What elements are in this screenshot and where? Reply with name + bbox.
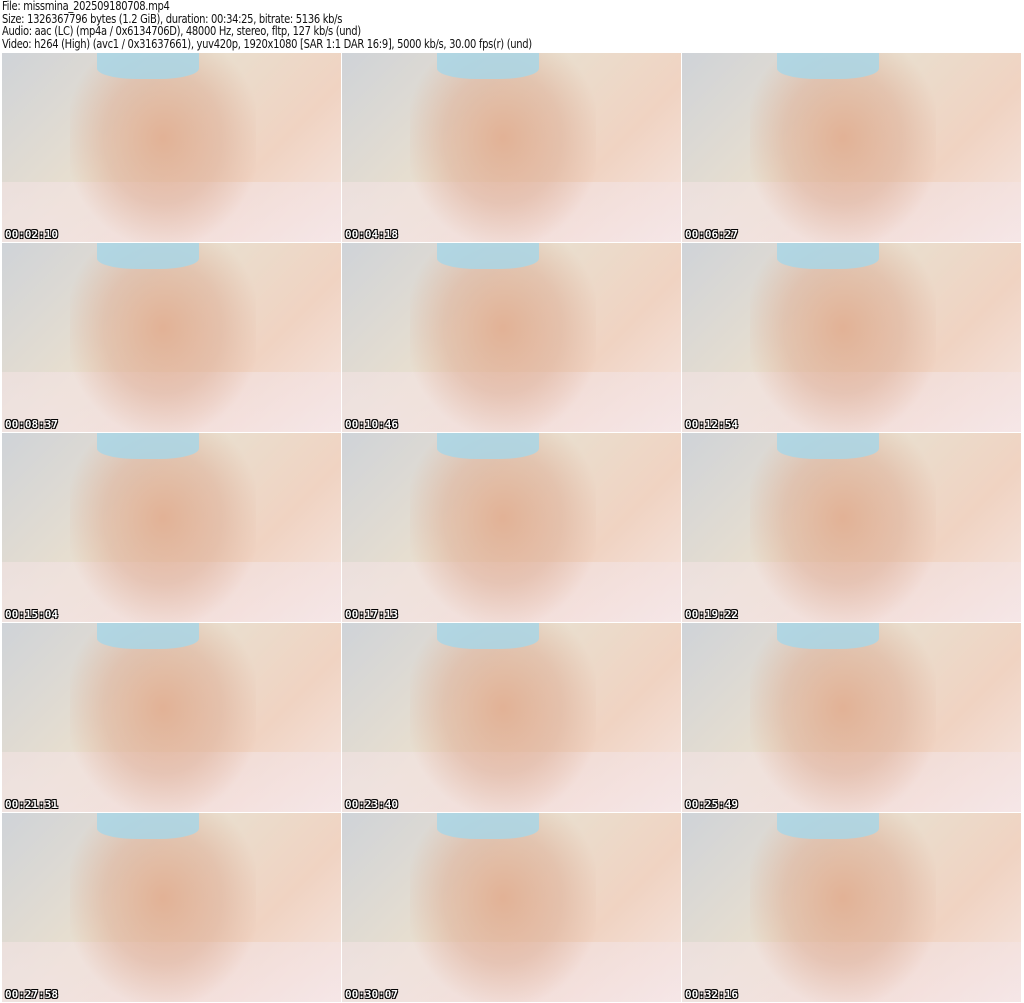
thumbnail-timestamp: 00:21:31 — [5, 798, 58, 811]
thumbnail-subject — [69, 433, 257, 622]
thumbnail-timestamp: 00:12:54 — [685, 418, 738, 431]
thumbnail-grid: 00:02:10 00:04:18 00:06:27 00:08:37 00:10:46… — [2, 53, 1021, 1002]
video-thumbnail: 00:27:58 — [2, 813, 341, 1002]
thumbnail-timestamp: 00:17:13 — [345, 608, 398, 621]
video-thumbnail: 00:08:37 — [2, 243, 341, 432]
thumbnail-subject — [69, 243, 257, 432]
thumbnail-bandana — [776, 813, 879, 840]
video-thumbnail: 00:10:46 — [342, 243, 681, 432]
thumbnail-subject — [749, 243, 937, 432]
video-thumbnail: 00:17:13 — [342, 433, 681, 622]
thumbnail-timestamp: 00:02:10 — [5, 228, 58, 241]
thumbnail-bandana — [96, 813, 199, 840]
file-info-header: File: missmina_202509180708.mp4 Size: 13… — [2, 0, 532, 50]
thumbnail-subject — [69, 53, 257, 242]
thumbnail-timestamp: 00:27:58 — [5, 988, 58, 1001]
thumbnail-subject — [749, 623, 937, 812]
thumbnail-subject — [69, 813, 257, 1002]
video-thumbnail: 00:23:40 — [342, 623, 681, 812]
thumbnail-bandana — [436, 53, 539, 80]
thumbnail-subject — [409, 53, 597, 242]
video-thumbnail: 00:04:18 — [342, 53, 681, 242]
thumbnail-timestamp: 00:32:16 — [685, 988, 738, 1001]
thumbnail-subject — [749, 433, 937, 622]
video-thumbnail: 00:15:04 — [2, 433, 341, 622]
thumbnail-subject — [409, 433, 597, 622]
thumbnail-bandana — [776, 623, 879, 650]
thumbnail-timestamp: 00:08:37 — [5, 418, 58, 431]
thumbnail-bandana — [436, 243, 539, 270]
thumbnail-timestamp: 00:10:46 — [345, 418, 398, 431]
thumbnail-subject — [409, 243, 597, 432]
thumbnail-subject — [749, 53, 937, 242]
video-thumbnail: 00:25:49 — [682, 623, 1021, 812]
thumbnail-timestamp: 00:19:22 — [685, 608, 738, 621]
thumbnail-timestamp: 00:25:49 — [685, 798, 738, 811]
video-thumbnail: 00:21:31 — [2, 623, 341, 812]
thumbnail-timestamp: 00:30:07 — [345, 988, 398, 1001]
thumbnail-timestamp: 00:23:40 — [345, 798, 398, 811]
thumbnail-subject — [749, 813, 937, 1002]
audio-info: Audio: aac (LC) (mp4a / 0x6134706D), 480… — [2, 24, 361, 38]
thumbnail-bandana — [96, 243, 199, 270]
video-thumbnail: 00:12:54 — [682, 243, 1021, 432]
video-thumbnail: 00:32:16 — [682, 813, 1021, 1002]
thumbnail-subject — [409, 813, 597, 1002]
video-thumbnail: 00:06:27 — [682, 53, 1021, 242]
thumbnail-timestamp: 00:15:04 — [5, 608, 58, 621]
thumbnail-subject — [69, 623, 257, 812]
thumbnail-bandana — [436, 433, 539, 460]
video-thumbnail: 00:02:10 — [2, 53, 341, 242]
thumbnail-subject — [409, 623, 597, 812]
thumbnail-timestamp: 00:06:27 — [685, 228, 738, 241]
video-thumbnail: 00:19:22 — [682, 433, 1021, 622]
thumbnail-timestamp: 00:04:18 — [345, 228, 398, 241]
video-info: Video: h264 (High) (avc1 / 0x31637661), … — [2, 36, 532, 51]
thumbnail-bandana — [96, 623, 199, 650]
thumbnail-bandana — [776, 53, 879, 80]
video-thumbnail: 00:30:07 — [342, 813, 681, 1002]
thumbnail-bandana — [436, 813, 539, 840]
thumbnail-bandana — [436, 623, 539, 650]
thumbnail-bandana — [776, 243, 879, 270]
thumbnail-bandana — [776, 433, 879, 460]
file-name: File: missmina_202509180708.mp4 — [2, 0, 170, 13]
thumbnail-bandana — [96, 53, 199, 80]
thumbnail-bandana — [96, 433, 199, 460]
